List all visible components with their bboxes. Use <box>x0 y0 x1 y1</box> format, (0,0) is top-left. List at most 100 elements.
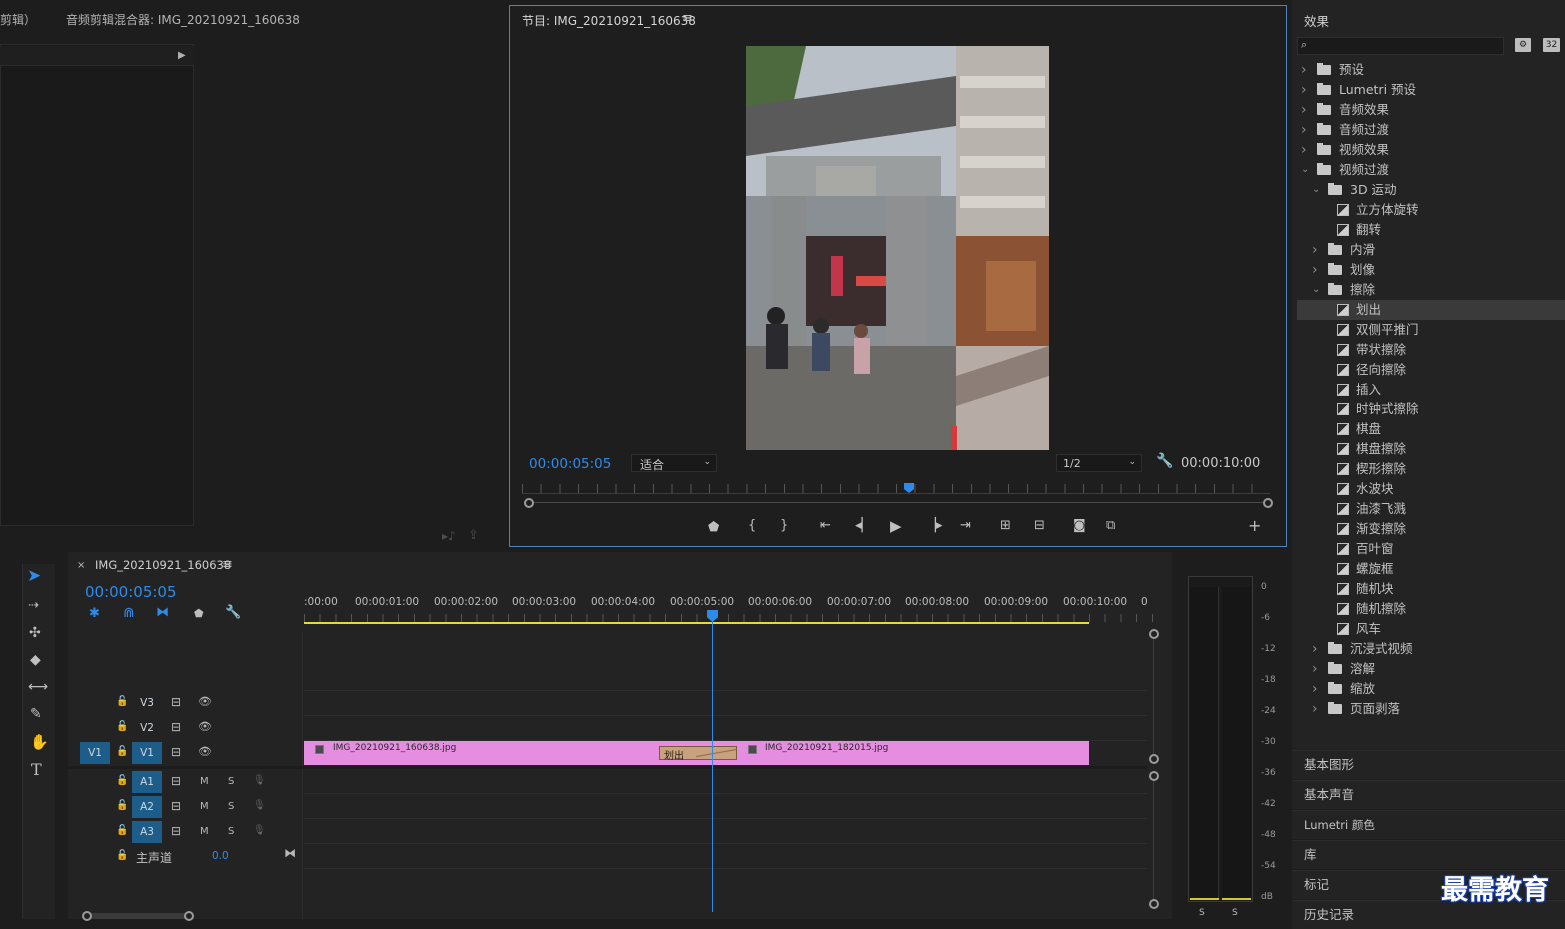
expand-arrow-icon[interactable]: ▶ <box>178 50 186 61</box>
add-marker-icon[interactable]: ⬟ <box>194 607 204 620</box>
resolution-dropdown[interactable]: 1/2 ⌄ <box>1056 454 1142 472</box>
lock-icon[interactable]: 🔓 <box>116 775 128 786</box>
go-to-end-icon[interactable]: ⧓ <box>284 846 296 860</box>
effects-tree-item[interactable]: › 内滑 <box>1297 240 1565 260</box>
effects-tree-item[interactable]: 带状擦除 <box>1297 340 1565 360</box>
track-target-a3[interactable]: A3 <box>132 821 162 843</box>
track-target-a1[interactable]: A1 <box>132 771 162 793</box>
effects-tree-item[interactable]: › 沉浸式视频 <box>1297 639 1565 659</box>
sync-lock-icon[interactable]: ⊟ <box>171 774 181 788</box>
side-panel-tab[interactable]: 库 <box>1292 840 1565 869</box>
mark-out-icon[interactable]: } <box>780 518 788 533</box>
pen-tool-icon[interactable]: ✎ <box>30 706 42 722</box>
effects-tree-item[interactable]: › 缩放 <box>1297 679 1565 699</box>
track-target-v3[interactable]: V3 <box>132 692 162 714</box>
program-timecode[interactable]: 00:00:05:05 <box>529 456 611 472</box>
effects-tree-item[interactable]: 划出 <box>1297 299 1565 320</box>
solo-left-button[interactable]: S <box>1199 908 1205 918</box>
chevron-right-icon[interactable]: › <box>1301 60 1311 80</box>
sync-lock-icon[interactable]: ⊟ <box>171 695 181 709</box>
extract-icon[interactable]: ⊟ <box>1034 518 1045 533</box>
chevron-down-icon[interactable]: ⌄ <box>1312 280 1322 300</box>
nest-toggle-icon[interactable]: ✱ <box>89 606 100 621</box>
add-icon[interactable]: + <box>1248 516 1261 535</box>
eye-icon[interactable]: 👁 <box>198 745 212 758</box>
effects-tree-item[interactable]: 径向擦除 <box>1297 360 1565 380</box>
vscroll-track[interactable] <box>1153 639 1154 754</box>
selection-tool-icon[interactable]: ➤ <box>27 566 41 586</box>
export-audio-icon[interactable]: ▸♪ <box>442 529 456 543</box>
hscroll-left-handle[interactable] <box>82 911 92 921</box>
track-select-tool-icon[interactable]: ⇢ <box>28 598 39 613</box>
effects-tree-item[interactable]: 棋盘擦除 <box>1297 439 1565 459</box>
slip-tool-icon[interactable]: ⟷ <box>28 679 48 695</box>
sync-lock-icon[interactable]: ⊟ <box>171 824 181 838</box>
vscroll-top-handle[interactable] <box>1149 629 1159 639</box>
marker-icon[interactable]: ⬟ <box>708 520 719 535</box>
track-target-v1[interactable]: V1 <box>132 742 162 764</box>
chevron-right-icon[interactable]: › <box>1312 260 1322 280</box>
hscroll-track[interactable] <box>86 913 190 919</box>
hand-tool-icon[interactable]: ✋ <box>30 733 49 751</box>
effects-tree-item[interactable]: › 音频效果 <box>1297 100 1565 120</box>
effects-tree-item[interactable]: ⌄ 擦除 <box>1297 280 1565 300</box>
effects-tree-item[interactable]: › 视频效果 <box>1297 140 1565 160</box>
side-panel-tab[interactable]: 基本声音 <box>1292 780 1565 809</box>
side-panel-tab[interactable]: 基本图形 <box>1292 750 1565 779</box>
effects-tree-item[interactable]: 随机擦除 <box>1297 599 1565 619</box>
timeline-settings-icon[interactable]: 🔧 <box>225 605 241 620</box>
effects-tree-item[interactable]: › Lumetri 预设 <box>1297 80 1565 100</box>
snap-icon[interactable]: ⋒ <box>123 605 135 621</box>
track-lane-v2[interactable] <box>304 715 1147 740</box>
solo-right-button[interactable]: S <box>1232 908 1238 918</box>
work-area-bar[interactable] <box>304 622 1089 624</box>
hamburger-icon[interactable]: ≡ <box>682 11 693 26</box>
compare-icon[interactable]: ⧉ <box>1106 518 1115 533</box>
share-icon[interactable]: ⇪ <box>468 528 479 543</box>
chevron-right-icon[interactable]: › <box>1312 240 1322 260</box>
effects-tree-item[interactable]: 立方体旋转 <box>1297 200 1565 220</box>
step-forward-icon[interactable]: ▕▸ <box>926 518 943 533</box>
accelerated-effects-icon[interactable]: ⚙ <box>1515 38 1531 52</box>
program-time-ruler[interactable] <box>522 484 1270 494</box>
lift-icon[interactable]: ⊞ <box>1000 518 1011 533</box>
chevron-right-icon[interactable]: › <box>1312 659 1322 679</box>
eye-icon[interactable]: 👁 <box>198 695 212 708</box>
track-lane-a3[interactable] <box>304 819 1147 844</box>
lock-icon[interactable]: 🔓 <box>116 850 128 861</box>
go-to-in-icon[interactable]: ⇤ <box>820 518 831 533</box>
sync-lock-icon[interactable]: ⊟ <box>171 745 181 759</box>
play-icon[interactable]: ▶ <box>890 517 902 535</box>
effects-tree-item[interactable]: ⌄ 视频过渡 <box>1297 160 1565 180</box>
effects-tree-item[interactable]: 随机块 <box>1297 579 1565 599</box>
lock-icon[interactable]: 🔓 <box>116 825 128 836</box>
sequence-tab[interactable]: IMG_20210921_160638 <box>95 558 231 572</box>
effects-tree-item[interactable]: 水波块 <box>1297 479 1565 499</box>
razor-tool-icon[interactable]: ◆ <box>30 652 41 668</box>
type-tool-icon[interactable]: T <box>31 760 42 779</box>
chevron-right-icon[interactable]: › <box>1312 699 1322 719</box>
close-tab-button[interactable]: × <box>77 560 85 571</box>
transition-clip[interactable]: 划出 <box>659 746 737 762</box>
effects-tree-item[interactable]: 时钟式擦除 <box>1297 399 1565 419</box>
chevron-right-icon[interactable]: › <box>1301 120 1311 140</box>
vscroll-bottom-handle[interactable] <box>1149 899 1159 909</box>
effects-title[interactable]: 效果 <box>1304 11 1329 30</box>
eye-icon[interactable]: 👁 <box>198 720 212 733</box>
effects-search-input[interactable] <box>1314 39 1499 53</box>
effects-tree-item[interactable]: › 页面剥落 <box>1297 699 1565 719</box>
track-lane-v3[interactable] <box>304 690 1147 715</box>
program-scroll-bar[interactable] <box>524 502 1270 503</box>
fit-dropdown[interactable]: 适合 ⌄ <box>631 454 717 472</box>
effects-tree-item[interactable]: 棋盘 <box>1297 419 1565 439</box>
program-title[interactable]: 节目: IMG_20210921_160638 <box>522 12 696 29</box>
microphone-icon[interactable]: 🎙 <box>253 775 266 786</box>
effects-tree-item[interactable]: 油漆飞溅 <box>1297 499 1565 519</box>
chevron-right-icon[interactable]: › <box>1301 100 1311 120</box>
sync-lock-icon[interactable]: ⊟ <box>171 799 181 813</box>
solo-button[interactable]: S <box>228 826 234 837</box>
sync-lock-icon[interactable]: ⊟ <box>171 720 181 734</box>
effects-tree-item[interactable]: 渐变擦除 <box>1297 519 1565 539</box>
clip-2[interactable]: IMG_20210921_182015.jpg <box>696 741 1089 765</box>
track-lane-a2[interactable] <box>304 794 1147 819</box>
